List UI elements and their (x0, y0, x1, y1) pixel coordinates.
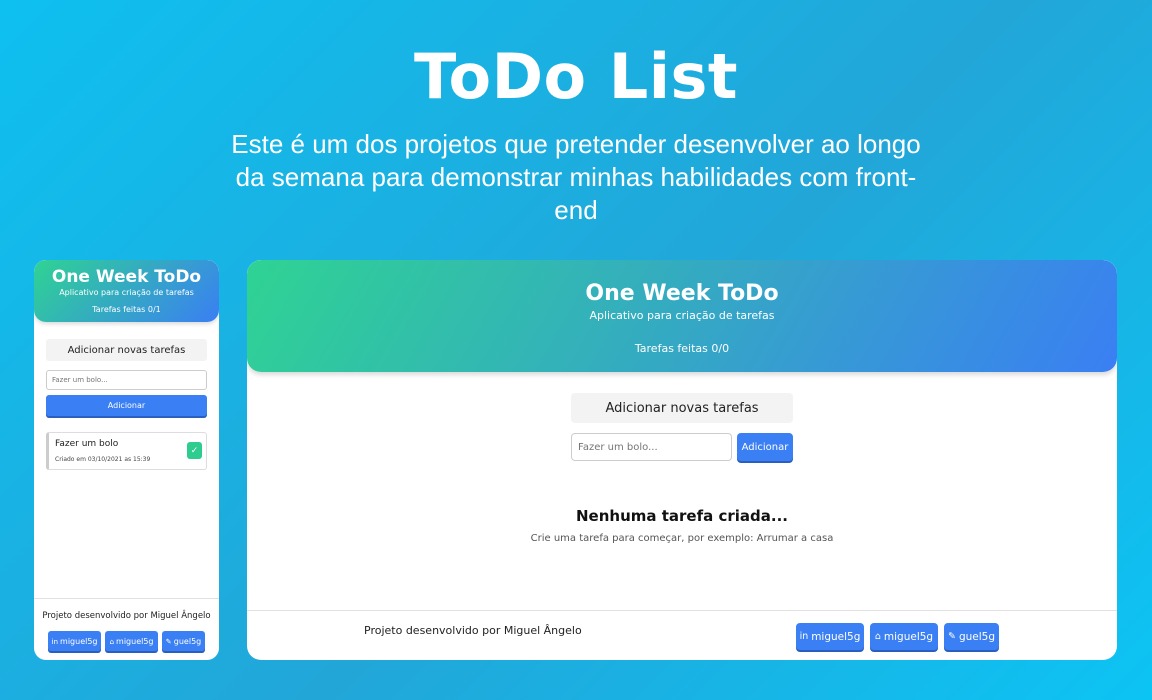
linkedin-label: miguel5g (60, 636, 98, 646)
footer-credit: Projeto desenvolvido por Miguel Ângelo (42, 611, 211, 621)
task-counter: Tarefas feitas 0/1 (92, 305, 161, 314)
linkedin-button[interactable]: in miguel5g (796, 623, 864, 650)
twitter-label: guel5g (173, 636, 202, 646)
twitter-label: guel5g (958, 630, 995, 643)
github-button[interactable]: ⌂ miguel5g (870, 623, 938, 650)
footer-credit: Projeto desenvolvido por Miguel Ângelo (364, 624, 582, 637)
task-name: Fazer um bolo (55, 439, 119, 449)
mobile-preview: One Week ToDo Aplicativo para criação de… (34, 260, 219, 660)
empty-state-subtitle: Crie uma tarefa para começar, por exempl… (530, 533, 834, 544)
twitter-icon: ✎ (165, 636, 172, 646)
add-tasks-label: Adicionar novas tarefas (571, 393, 793, 423)
empty-state-title: Nenhuma tarefa criada... (576, 507, 788, 525)
app-title: One Week ToDo (51, 267, 202, 287)
app-header: One Week ToDo Aplicativo para criação de… (247, 260, 1117, 372)
linkedin-icon: in (51, 636, 59, 646)
github-label: miguel5g (116, 636, 154, 646)
task-input[interactable] (46, 370, 207, 390)
add-button[interactable]: Adicionar (46, 395, 207, 416)
task-counter: Tarefas feitas 0/0 (634, 342, 730, 355)
app-footer: Projeto desenvolvido por Miguel Ângelo i… (247, 610, 1117, 660)
app-footer: Projeto desenvolvido por Miguel Ângelo i… (34, 598, 219, 660)
twitter-button[interactable]: ✎ guel5g (944, 623, 999, 650)
task-input[interactable] (571, 433, 732, 461)
hero-subtitle: Este é um dos projetos que pretender des… (231, 129, 921, 225)
desktop-preview: One Week ToDo Aplicativo para criação de… (247, 260, 1117, 660)
linkedin-label: miguel5g (811, 630, 861, 643)
task-item: Fazer um bolo Criado em 03/10/2021 as 15… (46, 432, 207, 470)
app-header: One Week ToDo Aplicativo para criação de… (34, 260, 219, 322)
app-title: One Week ToDo (585, 281, 779, 306)
task-created: Criado em 03/10/2021 as 15:39 (55, 456, 151, 463)
add-button[interactable]: Adicionar (737, 433, 793, 461)
hero-title: ToDo List (413, 40, 739, 113)
check-icon[interactable]: ✓ (187, 442, 202, 459)
linkedin-button[interactable]: in miguel5g (48, 631, 101, 651)
github-button[interactable]: ⌂ miguel5g (105, 631, 158, 651)
add-tasks-label: Adicionar novas tarefas (46, 339, 207, 361)
github-label: miguel5g (883, 630, 934, 643)
github-icon: ⌂ (109, 636, 115, 646)
twitter-button[interactable]: ✎ guel5g (162, 631, 205, 651)
github-icon: ⌂ (874, 631, 881, 642)
twitter-icon: ✎ (948, 631, 956, 642)
linkedin-icon: in (799, 631, 809, 642)
app-subtitle: Aplicativo para criação de tarefas (59, 288, 194, 297)
app-subtitle: Aplicativo para criação de tarefas (589, 309, 775, 322)
